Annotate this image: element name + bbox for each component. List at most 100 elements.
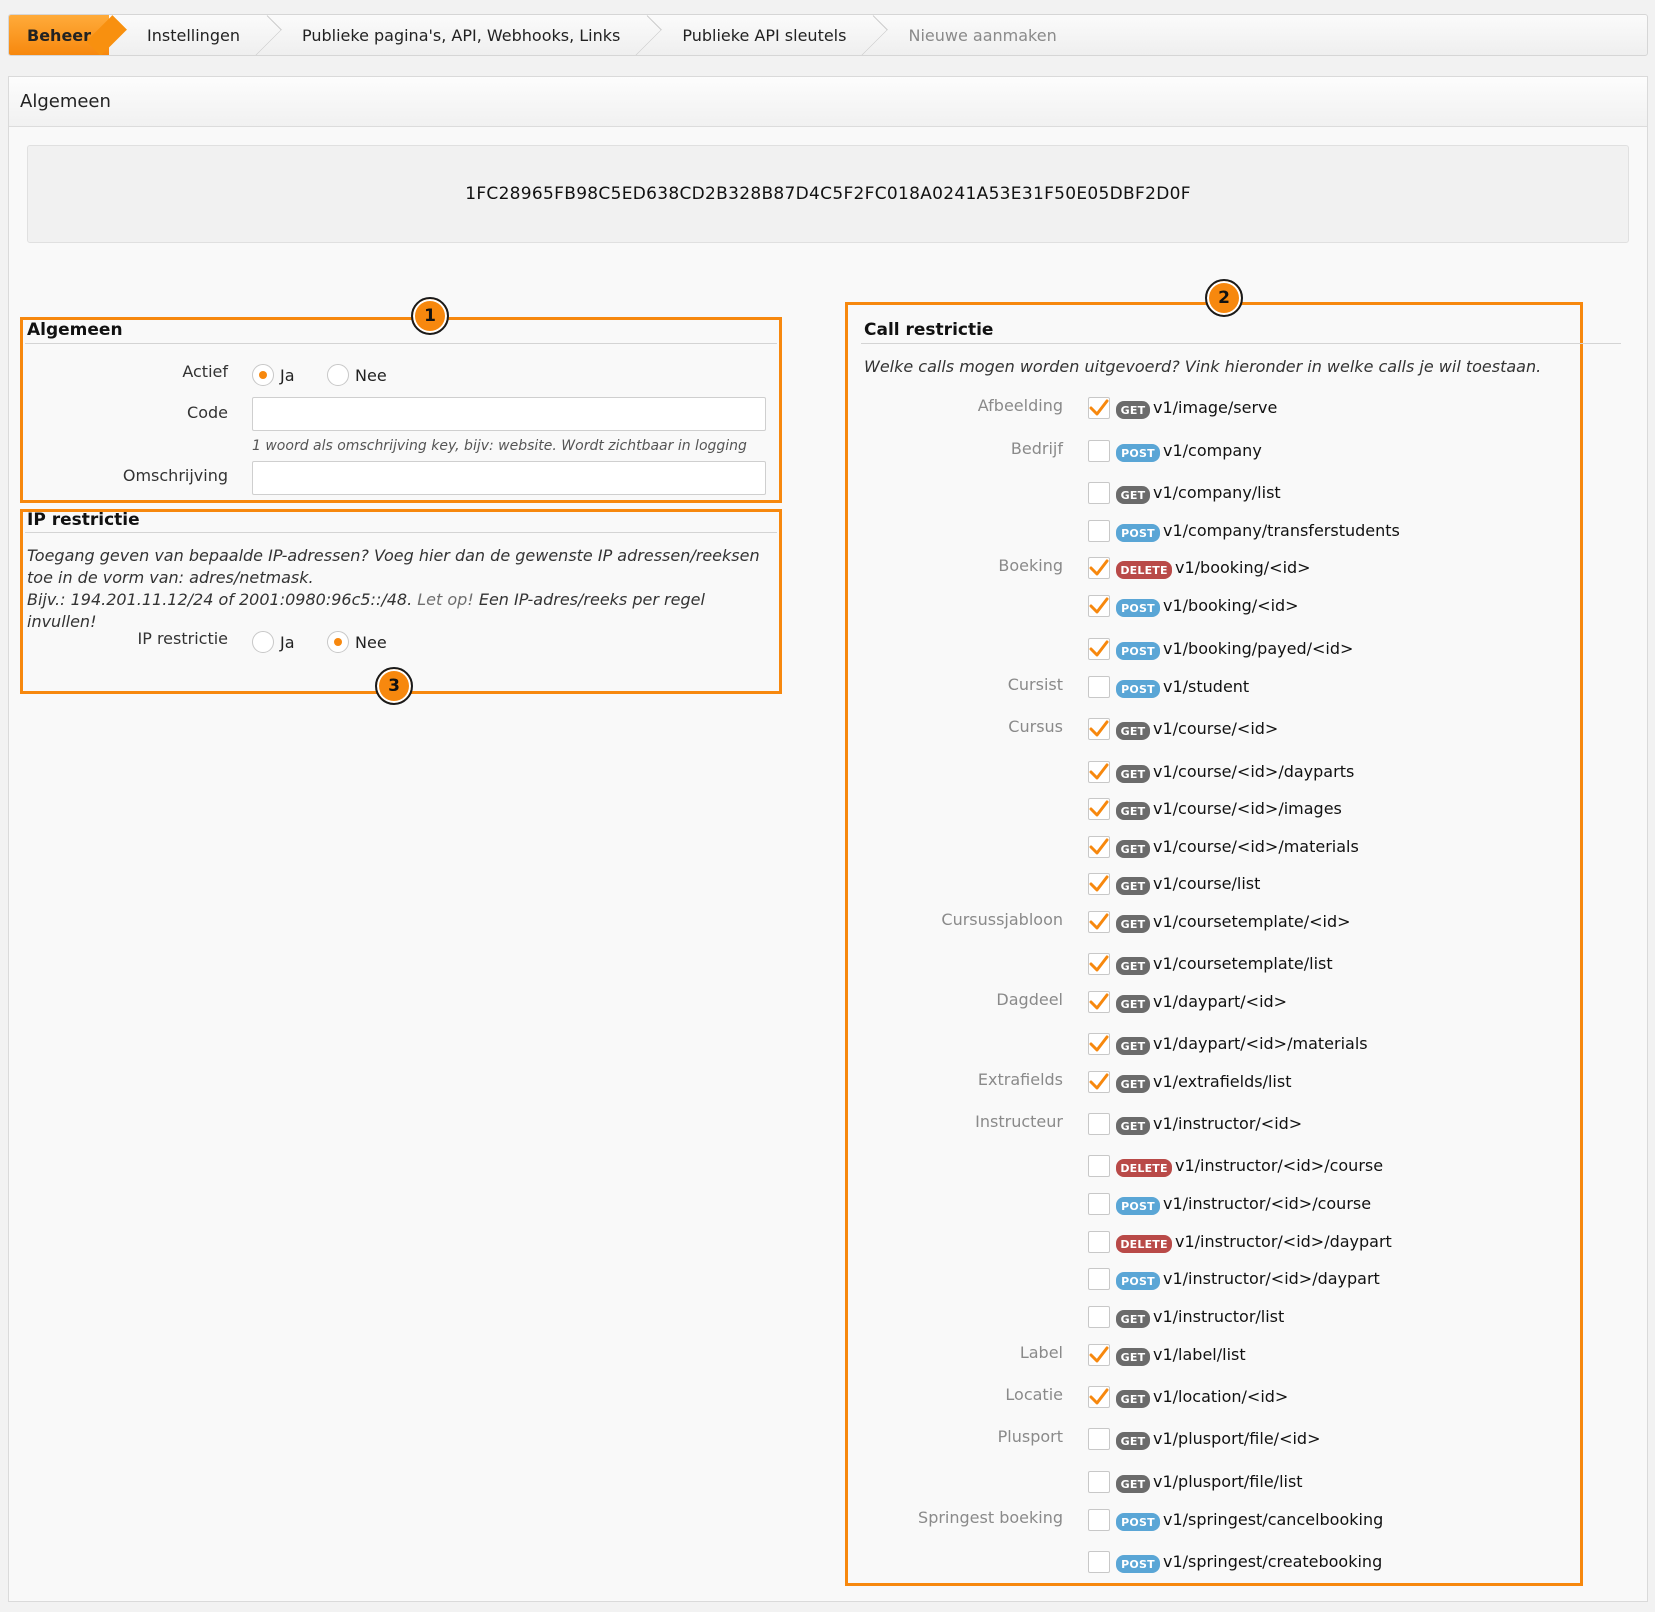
call-checkbox-v1-image-serve[interactable] <box>1088 397 1110 419</box>
call-checkbox-v1-instructor-id[interactable] <box>1088 1113 1110 1135</box>
call-path: v1/plusport/file/<id> <box>1153 1429 1321 1448</box>
call-checkbox-v1-instructor-id-course[interactable] <box>1088 1193 1110 1215</box>
actief-nee-radio[interactable] <box>327 364 349 386</box>
ip-description: Toegang geven van bepaalde IP-adressen? … <box>27 545 777 633</box>
method-badge: GET <box>1116 1037 1150 1055</box>
method-badge: GET <box>1116 486 1150 504</box>
call-checkbox-v1-instructor-id-daypart[interactable] <box>1088 1231 1110 1253</box>
checkmark-icon <box>1089 1388 1109 1405</box>
checkmark-icon <box>1089 993 1109 1010</box>
checkmark-icon <box>1089 1346 1109 1363</box>
checkmark-icon <box>1089 640 1109 657</box>
ip-nee-radio[interactable] <box>327 631 349 653</box>
actief-nee-label: Nee <box>355 366 387 385</box>
code-input[interactable] <box>252 397 766 431</box>
call-path: v1/springest/cancelbooking <box>1163 1510 1384 1529</box>
call-path: v1/instructor/<id>/course <box>1175 1156 1384 1175</box>
checkmark-icon <box>1089 1073 1109 1090</box>
call-checkbox-v1-springest-cancelbooking[interactable] <box>1088 1509 1110 1531</box>
method-badge: POST <box>1116 1513 1160 1531</box>
section-title-ip-restrictie: IP restrictie <box>27 510 140 530</box>
call-checkbox-v1-course-id-materials[interactable] <box>1088 836 1110 858</box>
section-divider <box>25 343 777 344</box>
call-group-label: Springest boeking <box>918 1508 1063 1527</box>
checkmark-icon <box>1089 720 1109 737</box>
call-checkbox-v1-booking-id[interactable] <box>1088 557 1110 579</box>
breadcrumb-publieke-api-sleutels[interactable]: Publieke API sleutels <box>644 15 870 55</box>
breadcrumb-beheer[interactable]: Beheer <box>9 15 110 55</box>
method-badge: GET <box>1116 915 1150 933</box>
call-checkbox-v1-daypart-id[interactable] <box>1088 991 1110 1013</box>
panel-title: Algemeen <box>9 77 1647 127</box>
call-checkbox-v1-instructor-id-daypart[interactable] <box>1088 1268 1110 1290</box>
call-path: v1/extrafields/list <box>1153 1072 1292 1091</box>
method-badge: DELETE <box>1116 1235 1172 1253</box>
call-checkbox-v1-course-id-images[interactable] <box>1088 798 1110 820</box>
method-badge: GET <box>1116 957 1150 975</box>
call-path: v1/instructor/<id>/course <box>1163 1194 1372 1213</box>
method-badge: GET <box>1116 401 1150 419</box>
call-path: v1/instructor/list <box>1153 1307 1285 1326</box>
breadcrumb-publieke-paginas[interactable]: Publieke pagina's, API, Webhooks, Links <box>264 15 644 55</box>
call-path: v1/instructor/<id> <box>1153 1114 1303 1133</box>
method-badge: POST <box>1116 524 1160 542</box>
method-badge: GET <box>1116 1348 1150 1366</box>
call-group-label: Instructeur <box>975 1112 1063 1131</box>
ip-nee-label: Nee <box>355 633 387 652</box>
method-badge: POST <box>1116 642 1160 660</box>
section-divider <box>861 343 1621 344</box>
call-checkbox-v1-course-list[interactable] <box>1088 873 1110 895</box>
call-checkbox-v1-course-id[interactable] <box>1088 718 1110 740</box>
call-checkbox-v1-student[interactable] <box>1088 676 1110 698</box>
call-checkbox-v1-instructor-id-course[interactable] <box>1088 1155 1110 1177</box>
breadcrumb: Beheer Instellingen Publieke pagina's, A… <box>8 14 1648 56</box>
call-checkbox-v1-instructor-list[interactable] <box>1088 1306 1110 1328</box>
method-badge: POST <box>1116 1555 1160 1573</box>
method-badge: POST <box>1116 1197 1160 1215</box>
call-path: v1/coursetemplate/<id> <box>1153 912 1351 931</box>
code-hint: 1 woord als omschrijving key, bijv: webs… <box>252 438 747 454</box>
actief-ja-radio[interactable] <box>252 364 274 386</box>
call-checkbox-v1-plusport-file-id[interactable] <box>1088 1428 1110 1450</box>
method-badge: GET <box>1116 1390 1150 1408</box>
call-checkbox-v1-company-transferstudents[interactable] <box>1088 520 1110 542</box>
method-badge: GET <box>1116 877 1150 895</box>
section-title-call-restrictie: Call restrictie <box>864 320 994 340</box>
call-checkbox-v1-plusport-file-list[interactable] <box>1088 1471 1110 1493</box>
call-path: v1/location/<id> <box>1153 1387 1289 1406</box>
radio-selected-dot <box>334 638 342 646</box>
call-group-label: Dagdeel <box>996 990 1063 1009</box>
call-checkbox-v1-booking-id[interactable] <box>1088 595 1110 617</box>
call-checkbox-v1-extrafields-list[interactable] <box>1088 1071 1110 1093</box>
call-checkbox-v1-location-id[interactable] <box>1088 1386 1110 1408</box>
call-checkbox-v1-course-id-dayparts[interactable] <box>1088 761 1110 783</box>
section-divider <box>25 532 777 533</box>
call-group-label: Plusport <box>997 1427 1063 1446</box>
method-badge: POST <box>1116 1272 1160 1290</box>
call-path: v1/booking/<id> <box>1163 596 1299 615</box>
method-badge: DELETE <box>1116 1159 1172 1177</box>
omschrijving-input[interactable] <box>252 461 766 495</box>
method-badge: GET <box>1116 1310 1150 1328</box>
ip-description-line1: Toegang geven van bepaalde IP-adressen? … <box>27 546 760 587</box>
call-checkbox-v1-coursetemplate-id[interactable] <box>1088 911 1110 933</box>
breadcrumb-instellingen[interactable]: Instellingen <box>109 15 264 55</box>
call-path: v1/course/list <box>1153 874 1261 893</box>
call-checkbox-v1-booking-payed-id[interactable] <box>1088 638 1110 660</box>
call-checkbox-v1-label-list[interactable] <box>1088 1344 1110 1366</box>
call-group-label: Cursist <box>1007 675 1063 694</box>
call-checkbox-v1-company-list[interactable] <box>1088 482 1110 504</box>
actief-label: Actief <box>182 362 228 381</box>
actief-ja-label: Ja <box>280 366 295 385</box>
call-checkbox-v1-coursetemplate-list[interactable] <box>1088 953 1110 975</box>
call-group-label: Label <box>1019 1343 1063 1362</box>
call-path: v1/instructor/<id>/daypart <box>1175 1232 1392 1251</box>
call-checkbox-v1-daypart-id-materials[interactable] <box>1088 1033 1110 1055</box>
call-checkbox-v1-company[interactable] <box>1088 440 1110 462</box>
call-path: v1/springest/createbooking <box>1163 1552 1383 1571</box>
ip-restrictie-label: IP restrictie <box>137 629 228 648</box>
annotation-badge-2: 2 <box>1205 279 1243 317</box>
call-checkbox-v1-springest-createbooking[interactable] <box>1088 1551 1110 1573</box>
call-path: v1/company/transferstudents <box>1163 521 1400 540</box>
ip-ja-radio[interactable] <box>252 631 274 653</box>
